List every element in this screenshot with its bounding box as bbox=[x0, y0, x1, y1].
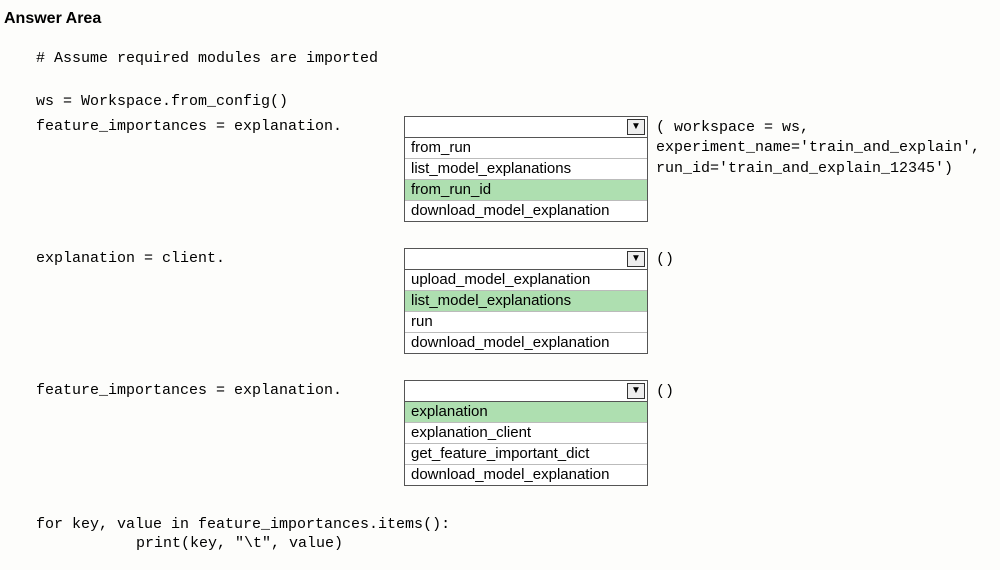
dropdown-row-1: feature_importances = explanation. ▼ fro… bbox=[36, 116, 1000, 222]
code-right-3: () bbox=[648, 380, 1000, 402]
code-right-2: () bbox=[648, 248, 1000, 270]
dropdown-option[interactable]: explanation bbox=[405, 402, 647, 422]
dropdown-option[interactable]: get_feature_important_dict bbox=[405, 443, 647, 464]
dropdown-2[interactable]: ▼ bbox=[404, 248, 648, 270]
chevron-down-icon[interactable]: ▼ bbox=[627, 383, 645, 399]
code-left-1: feature_importances = explanation. bbox=[36, 116, 404, 135]
code-comment: # Assume required modules are imported bbox=[36, 50, 1000, 67]
code-ws-line: ws = Workspace.from_config() bbox=[36, 93, 1000, 110]
dropdown-option[interactable]: from_run_id bbox=[405, 179, 647, 200]
dropdown-option[interactable]: from_run bbox=[405, 138, 647, 158]
dropdown-row-3: feature_importances = explanation. ▼ exp… bbox=[36, 380, 1000, 486]
code-left-2: explanation = client. bbox=[36, 248, 404, 267]
dropdown-option[interactable]: upload_model_explanation bbox=[405, 270, 647, 290]
dropdown-option[interactable]: download_model_explanation bbox=[405, 332, 647, 353]
dropdown-1-options: from_run list_model_explanations from_ru… bbox=[404, 138, 648, 222]
dropdown-3[interactable]: ▼ bbox=[404, 380, 648, 402]
dropdown-row-2: explanation = client. ▼ upload_model_exp… bbox=[36, 248, 1000, 354]
page-title: Answer Area bbox=[4, 10, 1000, 28]
dropdown-3-options: explanation explanation_client get_featu… bbox=[404, 402, 648, 486]
dropdown-option[interactable]: run bbox=[405, 311, 647, 332]
code-left-3: feature_importances = explanation. bbox=[36, 380, 404, 399]
chevron-down-icon[interactable]: ▼ bbox=[627, 119, 645, 135]
code-right-1: ( workspace = ws, experiment_name='train… bbox=[648, 116, 1000, 179]
dropdown-option[interactable]: download_model_explanation bbox=[405, 464, 647, 485]
dropdown-option[interactable]: explanation_client bbox=[405, 422, 647, 443]
code-footer-1: for key, value in feature_importances.it… bbox=[36, 516, 1000, 533]
code-footer-2: print(key, "\t", value) bbox=[136, 535, 1000, 552]
chevron-down-icon[interactable]: ▼ bbox=[627, 251, 645, 267]
dropdown-option[interactable]: list_model_explanations bbox=[405, 290, 647, 311]
dropdown-option[interactable]: download_model_explanation bbox=[405, 200, 647, 221]
dropdown-2-options: upload_model_explanation list_model_expl… bbox=[404, 270, 648, 354]
dropdown-1[interactable]: ▼ bbox=[404, 116, 648, 138]
dropdown-option[interactable]: list_model_explanations bbox=[405, 158, 647, 179]
